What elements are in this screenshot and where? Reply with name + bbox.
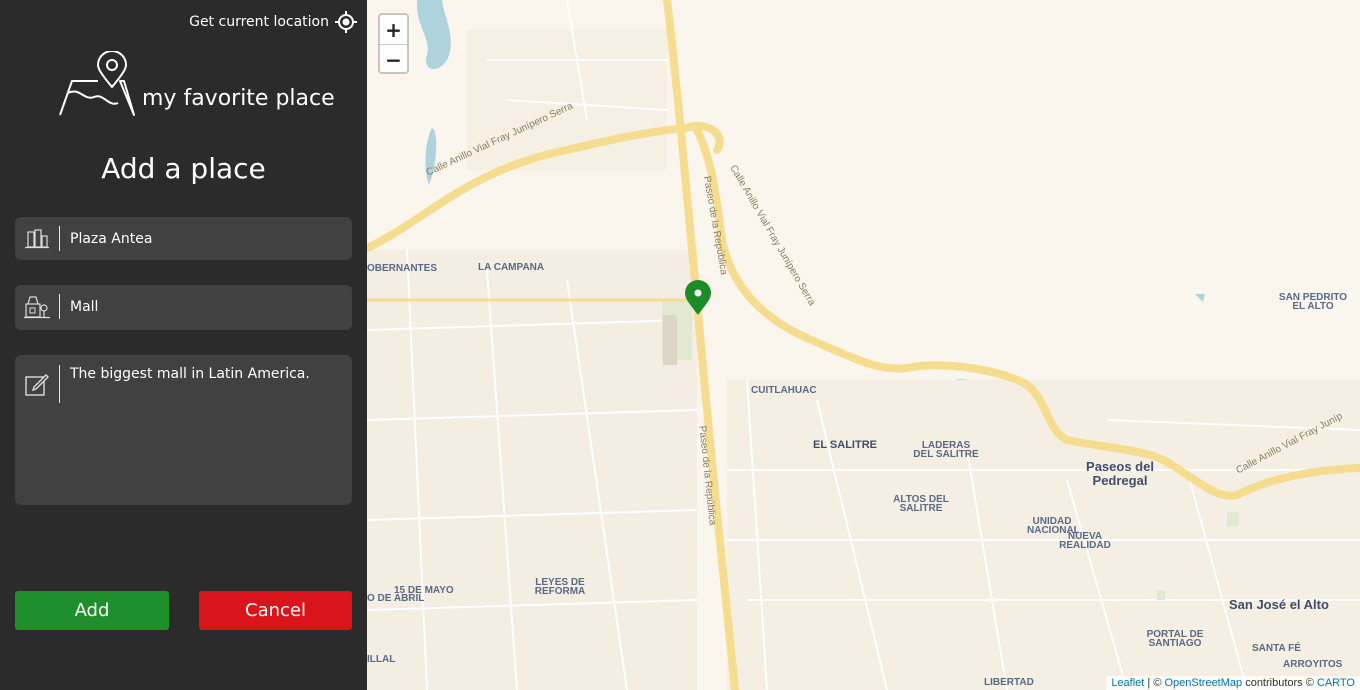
building-icon [15, 226, 60, 251]
map-label-libertad: LIBERTAD [984, 677, 1034, 688]
logo-text: my favorite place [142, 86, 335, 111]
crosshair-icon [335, 11, 357, 33]
map-label-arroyitos: ARROYITOS [1283, 659, 1343, 670]
map-attribution: Leaflet | © OpenStreetMap contributors ©… [1106, 676, 1360, 690]
get-current-location-label: Get current location [189, 14, 329, 30]
map-label-la-campana: LA CAMPANA [478, 262, 545, 273]
attribution-separator: | © [1144, 677, 1165, 689]
place-description-field: The biggest mall in Latin America. [15, 355, 352, 505]
add-button[interactable]: Add [15, 591, 169, 630]
map-label-san-pedrito: SAN PEDRITO EL ALTO [1278, 292, 1348, 312]
map-label-laderas: LADERAS DEL SALITRE [913, 440, 979, 460]
map-label-santa-fe: SANTA FÉ [1252, 643, 1301, 654]
map-label-paseos: Paseos del Pedregal [1086, 459, 1154, 488]
carto-link[interactable]: CARTO [1317, 677, 1355, 689]
zoom-control: + − [378, 13, 409, 74]
map-label-cuitlahuac: CUITLAHUAC [751, 385, 817, 396]
place-description-input[interactable]: The biggest mall in Latin America. [60, 355, 350, 496]
map-tiles [367, 0, 1360, 690]
map-label-portal: PORTAL DE SANTIAGO [1146, 629, 1204, 649]
map-label-de-abril: O DE ABRIL [367, 593, 425, 604]
cancel-button[interactable]: Cancel [199, 591, 352, 630]
map-label-san-jose: San José el Alto [1229, 597, 1329, 612]
place-category-field [15, 285, 352, 330]
sidebar: Get current location my favorite place A… [0, 0, 367, 690]
shop-category-icon [15, 294, 60, 319]
map-label-nueva: NUEVA REALIDAD [1059, 531, 1111, 551]
map-label-leyes: LEYES DE REFORMA [534, 577, 586, 597]
app-logo: my favorite place [58, 50, 335, 123]
zoom-out-button[interactable]: − [380, 45, 407, 74]
place-name-input[interactable] [60, 217, 350, 260]
map-label-el-salitre: EL SALITRE [813, 439, 877, 451]
page-title: Add a place [101, 152, 266, 185]
map-pin-logo-icon [58, 50, 136, 123]
openstreetmap-link[interactable]: OpenStreetMap [1164, 677, 1242, 689]
place-category-input[interactable] [60, 285, 350, 328]
map-label-gobernantes: OBERNANTES [367, 263, 438, 274]
map-label-altos: ALTOS DEL SALITRE [893, 494, 949, 514]
map-label-illal: ILLAL [367, 654, 396, 665]
zoom-in-button[interactable]: + [380, 15, 407, 45]
get-current-location-button[interactable]: Get current location [189, 11, 357, 33]
attribution-contributors: contributors © [1242, 677, 1317, 689]
leaflet-link[interactable]: Leaflet [1111, 677, 1144, 689]
edit-note-icon [15, 365, 60, 403]
map-view[interactable]: Calle Anillo Vial Fray Junípero Serra Pa… [367, 0, 1360, 690]
place-name-field [15, 217, 352, 260]
